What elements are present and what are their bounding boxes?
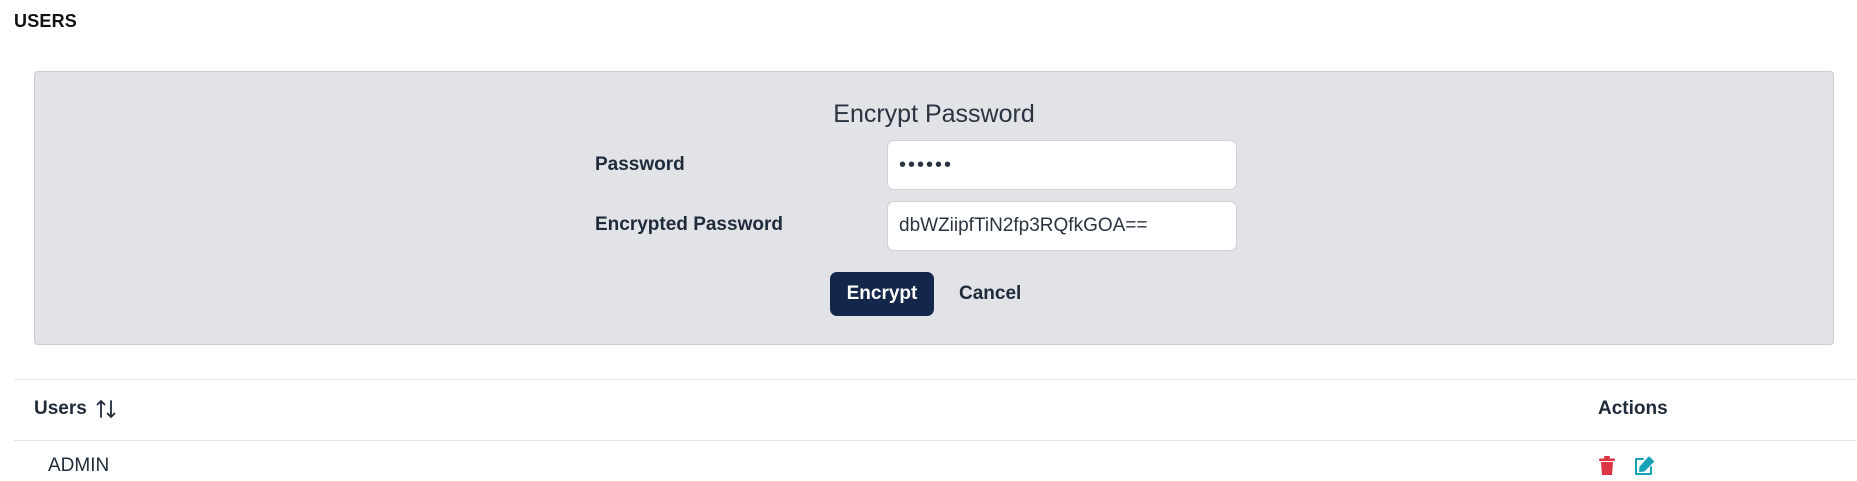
- actions-column-header: Actions: [1598, 398, 1668, 419]
- encrypted-password-label: Encrypted Password: [595, 214, 783, 235]
- cancel-button[interactable]: Cancel: [949, 272, 1031, 316]
- users-column-header[interactable]: Users: [34, 398, 117, 420]
- delete-icon[interactable]: [1598, 456, 1616, 481]
- edit-icon[interactable]: [1633, 456, 1655, 481]
- sort-up-down-icon[interactable]: [95, 398, 117, 420]
- encrypt-password-title: Encrypt Password: [833, 100, 1035, 128]
- users-column-label: Users: [34, 398, 87, 419]
- encrypt-button[interactable]: Encrypt: [830, 272, 934, 316]
- table-top-divider: [14, 379, 1857, 380]
- password-label: Password: [595, 154, 685, 175]
- table-header-divider: [14, 440, 1857, 441]
- encrypt-password-panel: Encrypt Password Password Encrypted Pass…: [34, 71, 1834, 345]
- table-row-user-name: ADMIN: [48, 455, 110, 476]
- encrypted-password-input[interactable]: [887, 201, 1237, 251]
- password-input[interactable]: [887, 140, 1237, 190]
- page-title: USERS: [14, 11, 78, 31]
